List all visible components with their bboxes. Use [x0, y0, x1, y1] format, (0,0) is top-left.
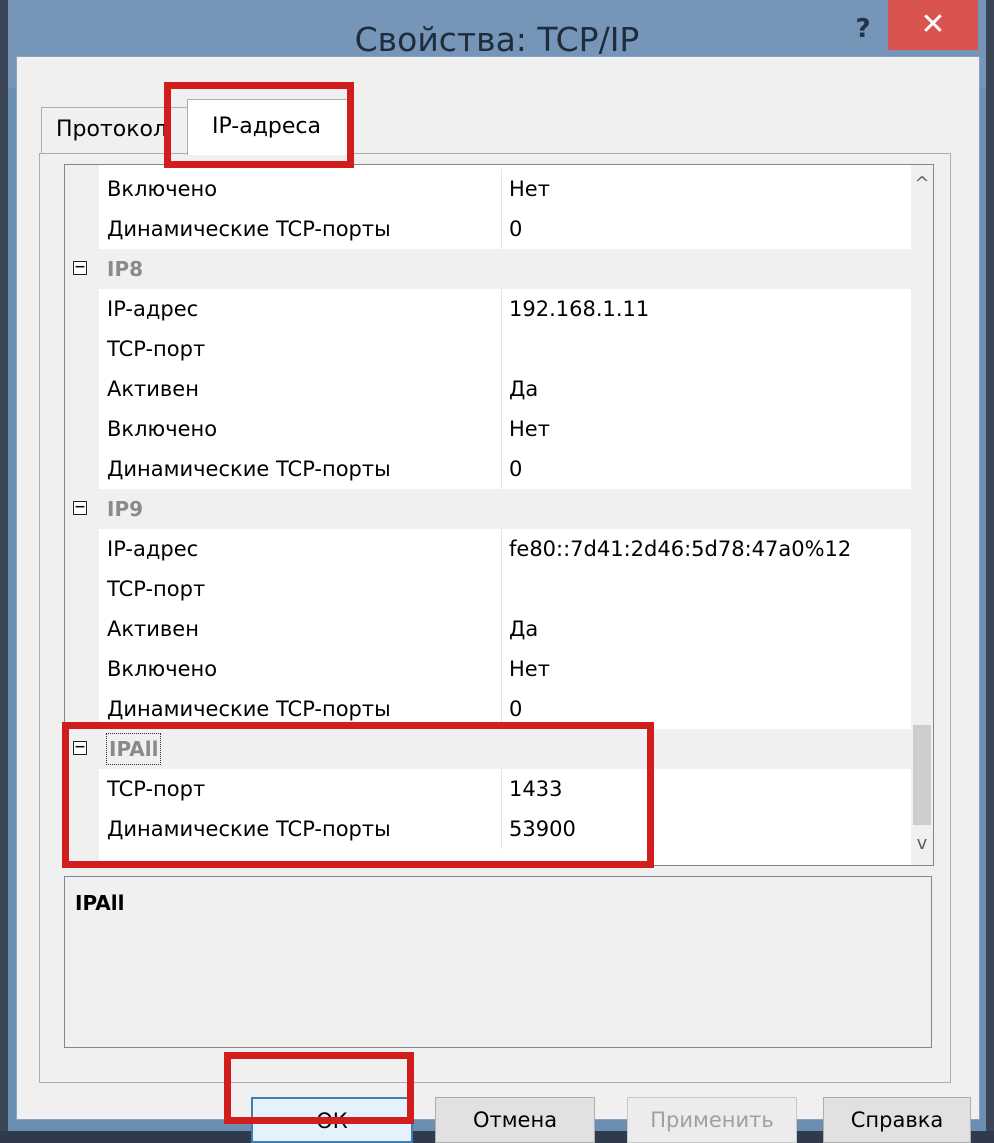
- scroll-up-icon[interactable]: ^: [911, 169, 933, 199]
- property-name: IP-адрес: [107, 537, 199, 561]
- property-name: Динамические TCP-порты: [107, 457, 391, 481]
- apply-button[interactable]: Применить: [627, 1097, 797, 1143]
- collapse-icon[interactable]: −: [73, 740, 87, 755]
- column-divider: [501, 449, 502, 489]
- column-divider: [501, 649, 502, 689]
- grid-row[interactable]: Включено Нет: [65, 169, 911, 209]
- column-divider: [501, 289, 502, 329]
- collapse-icon[interactable]: −: [73, 500, 87, 515]
- grid-row[interactable]: Динамические TCP-порты 0: [65, 209, 911, 249]
- description-title: IPAll: [75, 891, 125, 915]
- column-divider: [501, 809, 502, 849]
- grid-row[interactable]: Динамические TCP-порты 0: [65, 449, 911, 489]
- property-name: TCP-порт: [107, 777, 206, 801]
- close-button[interactable]: ✕: [888, 0, 978, 50]
- property-name: IP-адрес: [107, 297, 199, 321]
- column-divider: [501, 329, 502, 369]
- ok-button[interactable]: ОК: [251, 1097, 413, 1143]
- collapse-icon[interactable]: −: [73, 260, 87, 275]
- column-divider: [501, 609, 502, 649]
- column-divider: [501, 529, 502, 569]
- cancel-button[interactable]: Отмена: [435, 1097, 595, 1143]
- property-name: Динамические TCP-порты: [107, 817, 391, 841]
- property-value[interactable]: 0: [509, 449, 522, 489]
- property-name: Включено: [107, 657, 218, 681]
- property-name: Динамические TCP-порты: [107, 697, 391, 721]
- vertical-scrollbar[interactable]: ^ v: [911, 165, 933, 865]
- grid-row[interactable]: Включено Нет: [65, 649, 911, 689]
- grid-category[interactable]: − IP9: [65, 489, 911, 529]
- property-value[interactable]: Нет: [509, 649, 550, 689]
- property-value[interactable]: 1433: [509, 769, 562, 809]
- scroll-down-icon[interactable]: v: [911, 829, 933, 859]
- grid-row[interactable]: TCP-порт 1433: [65, 769, 911, 809]
- property-name: TCP-порт: [107, 337, 206, 361]
- help-icon[interactable]: ?: [846, 14, 880, 48]
- column-divider: [501, 569, 502, 609]
- grid-row[interactable]: Динамические TCP-порты 53900: [65, 809, 911, 849]
- grid-category-name: IP8: [107, 257, 144, 281]
- column-divider: [501, 769, 502, 809]
- description-pane: IPAll: [64, 876, 932, 1048]
- grid-category-name: IP9: [107, 497, 144, 521]
- grid-row[interactable]: IP-адрес 192.168.1.11: [65, 289, 911, 329]
- column-divider: [501, 169, 502, 209]
- grid-category-name: IPAll: [105, 733, 162, 765]
- property-grid[interactable]: Включено Нет Динамические TCP-порты 0 − IP8 IP…: [64, 164, 934, 866]
- grid-row[interactable]: Активен Да: [65, 369, 911, 409]
- grid-category[interactable]: − IP8: [65, 249, 911, 289]
- help-button[interactable]: Справка: [823, 1097, 971, 1143]
- column-divider: [501, 369, 502, 409]
- dialog-client-area: Протокол Включено Нет Динамические TCP-пор…: [16, 56, 980, 1143]
- property-value[interactable]: Да: [509, 369, 538, 409]
- tab-panel-ip-addresses: Включено Нет Динамические TCP-порты 0 − IP8 IP…: [39, 153, 951, 1083]
- grid-row[interactable]: IP-адрес fe80::7d41:2d46:5d78:47a0%12: [65, 529, 911, 569]
- column-divider: [501, 209, 502, 249]
- property-value[interactable]: 53900: [509, 809, 576, 849]
- property-name: Активен: [107, 377, 199, 401]
- property-value[interactable]: Нет: [509, 169, 550, 209]
- tab-ip-addresses[interactable]: IP-адреса: [187, 99, 349, 155]
- grid-row[interactable]: Активен Да: [65, 609, 911, 649]
- column-divider: [501, 409, 502, 449]
- grid-category[interactable]: − IPAll: [65, 729, 911, 769]
- property-name: Динамические TCP-порты: [107, 217, 391, 241]
- property-value[interactable]: fe80::7d41:2d46:5d78:47a0%12: [509, 529, 851, 569]
- property-value[interactable]: 192.168.1.11: [509, 289, 649, 329]
- property-name: TCP-порт: [107, 577, 206, 601]
- properties-dialog: Свойства: TCP/IP ? ✕ Протокол Включено Не…: [8, 0, 986, 1143]
- property-value[interactable]: Нет: [509, 409, 550, 449]
- property-name: Активен: [107, 617, 199, 641]
- property-value[interactable]: 0: [509, 209, 522, 249]
- property-name: Включено: [107, 177, 218, 201]
- property-value[interactable]: 0: [509, 689, 522, 729]
- scroll-thumb[interactable]: [913, 725, 931, 825]
- tab-protocol[interactable]: Протокол: [41, 107, 196, 153]
- panel-body: Включено Нет Динамические TCP-порты 0 − IP8 IP…: [40, 154, 950, 1082]
- grid-row[interactable]: Динамические TCP-порты 0: [65, 689, 911, 729]
- window-title: Свойства: TCP/IP: [354, 20, 640, 59]
- grid-row[interactable]: TCP-порт: [65, 569, 911, 609]
- property-name: Включено: [107, 417, 218, 441]
- column-divider: [501, 689, 502, 729]
- grid-row[interactable]: TCP-порт: [65, 329, 911, 369]
- grid-row[interactable]: Включено Нет: [65, 409, 911, 449]
- property-value[interactable]: Да: [509, 609, 538, 649]
